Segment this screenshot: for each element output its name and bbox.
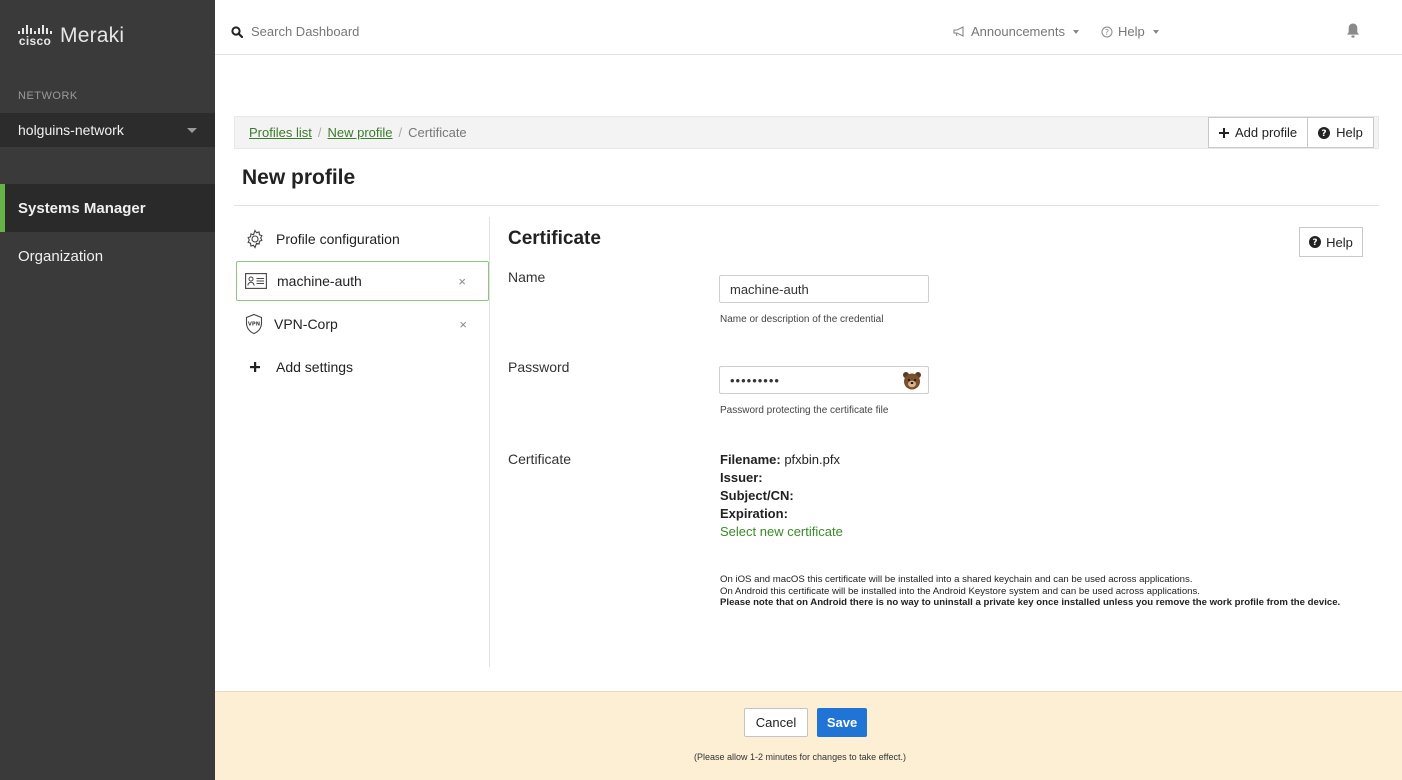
breadcrumb-current: Certificate	[408, 125, 467, 140]
cisco-wordmark: cisco	[18, 34, 52, 48]
sidebar-item-organization[interactable]: Organization	[0, 232, 215, 280]
name-label: Name	[508, 269, 546, 285]
subject-label: Subject/CN:	[720, 488, 794, 503]
network-selector[interactable]: holguins-network	[0, 113, 215, 147]
breadcrumb-new-profile[interactable]: New profile	[327, 125, 392, 140]
name-field[interactable]: machine-auth	[719, 275, 929, 303]
bear-icon[interactable]	[902, 371, 922, 390]
search-dashboard[interactable]: Search Dashboard	[231, 24, 359, 39]
add-profile-label: Add profile	[1235, 125, 1298, 140]
question-circle-icon: ?	[1318, 126, 1331, 139]
question-circle-icon: ?	[1309, 236, 1322, 248]
chevron-down-icon	[1072, 29, 1079, 34]
save-bar	[215, 691, 1402, 780]
page-actions: Add profile ? Help	[1208, 117, 1374, 148]
add-settings-button[interactable]: Add settings	[236, 347, 489, 387]
list-item-label: Profile configuration	[276, 231, 400, 247]
save-note: (Please allow 1-2 minutes for changes to…	[694, 752, 906, 762]
help-label: Help	[1326, 234, 1353, 250]
cisco-logo: cisco	[18, 25, 52, 47]
search-placeholder: Search Dashboard	[251, 24, 360, 39]
certificate-note: On iOS and macOS this certificate will b…	[720, 574, 1380, 609]
list-item-label: VPN-Corp	[274, 316, 338, 332]
certificate-details: Filename: pfxbin.pfx Issuer: Subject/CN:…	[720, 451, 843, 541]
note-line: On Android this certificate will be inst…	[720, 585, 1200, 597]
certificate-label: Certificate	[508, 451, 572, 467]
svg-text:VPN: VPN	[248, 322, 260, 328]
name-value: machine-auth	[730, 281, 809, 297]
breadcrumb-separator: /	[317, 125, 322, 140]
sidebar-item-systems-manager[interactable]: Systems Manager	[0, 184, 215, 232]
breadcrumb-profiles-list[interactable]: Profiles list	[249, 125, 312, 140]
help-button[interactable]: ? Help	[1308, 117, 1374, 148]
close-icon[interactable]: ×	[458, 274, 466, 289]
close-icon[interactable]: ×	[459, 317, 467, 332]
megaphone-icon	[953, 26, 964, 37]
password-hint: Password protecting the certificate file	[720, 405, 889, 416]
list-item-machine-auth[interactable]: machine-auth ×	[236, 261, 489, 301]
divider	[489, 217, 490, 667]
sidebar-item-label: Systems Manager	[18, 199, 146, 217]
password-label: Password	[508, 359, 570, 375]
sidebar-item-label: Organization	[18, 247, 104, 265]
top-bar: Search Dashboard Announcements ? Help	[215, 0, 1402, 55]
announcements-label: Announcements	[971, 24, 1065, 39]
section-help-button[interactable]: ? Help	[1299, 227, 1363, 257]
meraki-wordmark: Meraki	[60, 24, 125, 47]
search-icon	[231, 25, 243, 38]
filename-label: Filename:	[720, 452, 781, 467]
network-name: holguins-network	[18, 122, 124, 138]
plus-icon	[1219, 127, 1229, 138]
network-heading: NETWORK	[18, 90, 78, 102]
add-profile-button[interactable]: Add profile	[1208, 117, 1309, 148]
list-item-label: Add settings	[276, 359, 354, 375]
sidebar: cisco Meraki NETWORK holguins-network Sy…	[0, 0, 215, 780]
list-item-label: machine-auth	[277, 273, 362, 289]
list-item-vpn-corp[interactable]: VPN VPN-Corp ×	[236, 304, 489, 344]
filename-value: pfxbin.pfx	[784, 452, 840, 467]
chevron-down-icon	[187, 127, 197, 133]
note-warning: Please note that on Android there is no …	[720, 597, 1341, 608]
plus-icon	[250, 362, 260, 372]
svg-text:?: ?	[1313, 238, 1318, 248]
help-label: Help	[1336, 125, 1363, 140]
select-certificate-link[interactable]: Select new certificate	[720, 524, 843, 539]
chevron-down-icon	[1152, 29, 1159, 34]
bell-icon[interactable]	[1346, 22, 1360, 39]
divider	[234, 205, 1379, 206]
svg-text:?: ?	[1322, 129, 1327, 139]
cisco-meraki-logo[interactable]: cisco Meraki	[18, 24, 124, 48]
help-menu[interactable]: ? Help	[1101, 24, 1159, 39]
cisco-bars-icon	[18, 25, 52, 34]
section-title: Certificate	[508, 228, 601, 249]
svg-text:?: ?	[1105, 28, 1109, 37]
save-button[interactable]: Save	[817, 708, 867, 737]
id-card-icon	[245, 273, 267, 289]
page-title: New profile	[242, 166, 356, 189]
help-label: Help	[1117, 24, 1145, 39]
password-value: •••••••••	[730, 372, 780, 388]
question-circle-icon: ?	[1101, 26, 1113, 37]
name-hint: Name or description of the credential	[720, 314, 884, 325]
vpn-shield-icon: VPN	[245, 313, 263, 335]
expiration-label: Expiration:	[720, 506, 788, 521]
gear-icon	[247, 229, 263, 249]
breadcrumb-separator: /	[398, 125, 403, 140]
announcements-menu[interactable]: Announcements	[953, 24, 1079, 39]
note-line: On iOS and macOS this certificate will b…	[720, 574, 1193, 585]
cancel-button[interactable]: Cancel	[744, 708, 808, 737]
password-field[interactable]: •••••••••	[719, 366, 929, 394]
issuer-label: Issuer:	[720, 470, 763, 485]
list-item-profile-configuration[interactable]: Profile configuration	[236, 219, 489, 259]
